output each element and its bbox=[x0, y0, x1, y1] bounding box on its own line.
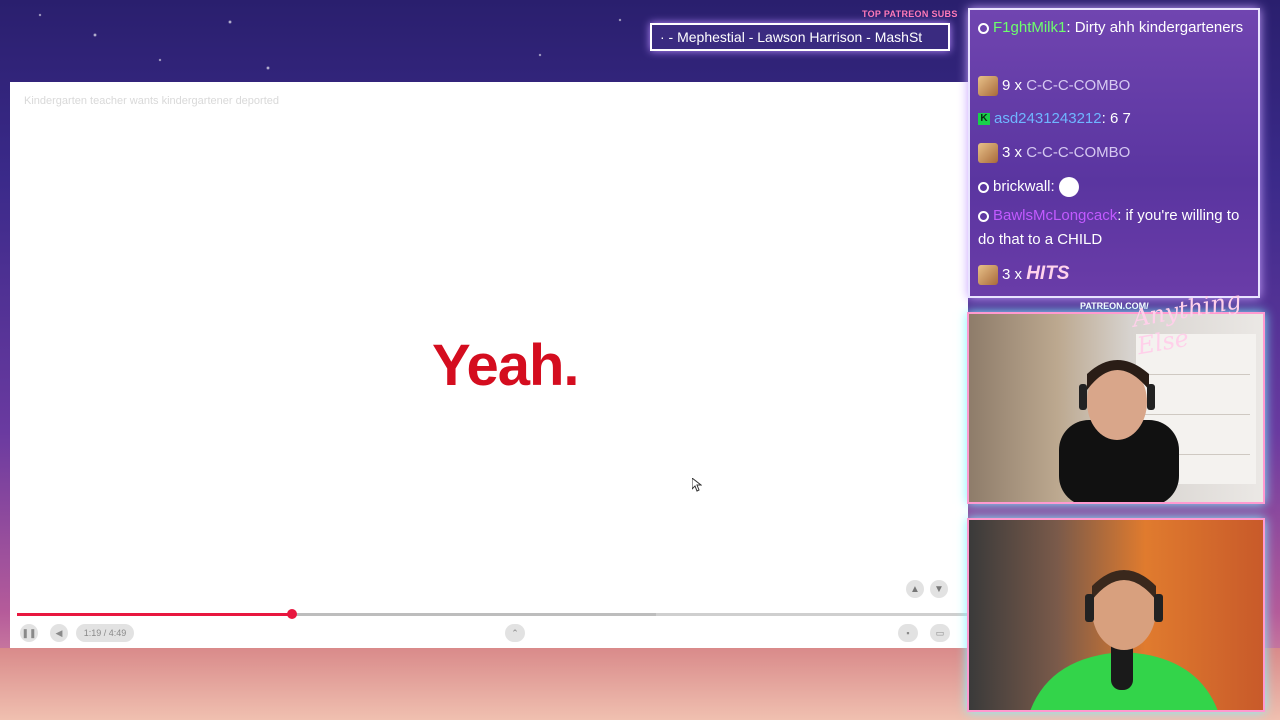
miniplayer-button[interactable]: ▪ bbox=[898, 624, 918, 642]
streamer-two-image bbox=[1030, 570, 1218, 710]
streamer-one-image bbox=[1059, 360, 1179, 502]
patreon-subs-text: · - Mephestial - Lawson Harrison - MashS… bbox=[660, 29, 923, 45]
chevron-up-icon: ⌃ bbox=[511, 627, 519, 638]
volume-button[interactable]: ◀ bbox=[50, 624, 68, 642]
chat-text: : 6 7 bbox=[1101, 110, 1131, 127]
combo-count: 3 x bbox=[1002, 144, 1023, 161]
time-display: 1:19 / 4:49 bbox=[76, 624, 134, 642]
dislike-icon[interactable]: ▼ bbox=[930, 580, 948, 598]
video-player[interactable]: Kindergarten teacher wants kindergartene… bbox=[10, 82, 968, 648]
chat-message: BawlsMcLongcack: if you're willing to do… bbox=[978, 204, 1250, 252]
combo-text: C-C-C-COMBO bbox=[1026, 144, 1131, 161]
chat-panel: F1ghtMilk1: Dirty ahh kindergarteners 9 … bbox=[968, 8, 1260, 298]
chat-username: brickwall bbox=[993, 178, 1051, 195]
video-caption: Yeah. bbox=[432, 333, 580, 398]
seek-handle[interactable] bbox=[286, 609, 297, 619]
chat-text: : Dirty ahh kindergarteners bbox=[1066, 19, 1244, 36]
webcam-bottom bbox=[967, 518, 1265, 712]
captions-icon: ▭ bbox=[935, 627, 945, 638]
patreon-subs-ticker: · - Mephestial - Lawson Harrison - MashS… bbox=[650, 23, 950, 51]
video-action-buttons: ▲ ▼ bbox=[906, 580, 948, 598]
combo-text: C-C-C-COMBO bbox=[1026, 77, 1131, 94]
combo-count: 3 x bbox=[1002, 266, 1023, 283]
emote-icon bbox=[978, 76, 998, 97]
speaker-icon: ◀ bbox=[55, 627, 63, 638]
prime-badge-icon bbox=[978, 22, 989, 34]
expand-button[interactable]: ⌃ bbox=[505, 624, 525, 642]
emote-icon bbox=[978, 265, 998, 286]
chat-username: BawlsMcLongcack bbox=[993, 207, 1118, 224]
combo-count: 9 x bbox=[1002, 77, 1023, 94]
captions-button[interactable]: ▭ bbox=[930, 624, 950, 642]
kick-badge-icon: K bbox=[978, 113, 990, 126]
hits-text: HITS bbox=[1026, 263, 1070, 284]
prime-badge-icon bbox=[978, 210, 989, 222]
emote-icon bbox=[978, 143, 998, 164]
mouse-cursor-icon bbox=[692, 478, 702, 492]
chat-message: brickwall: bbox=[978, 175, 1250, 199]
chat-text: : bbox=[1050, 178, 1055, 195]
patreon-subs-label: TOP PATREON SUBS bbox=[862, 9, 958, 19]
video-title: Kindergarten teacher wants kindergartene… bbox=[24, 95, 279, 107]
chat-message: Kasd2431243212: 6 7 bbox=[978, 107, 1250, 131]
chat-combo: 9 x C-C-C-COMBO bbox=[978, 74, 1250, 98]
pause-button[interactable]: ❚❚ bbox=[20, 624, 38, 642]
miniplayer-icon: ▪ bbox=[906, 628, 910, 638]
chat-username: asd2431243212 bbox=[994, 110, 1102, 127]
like-icon[interactable]: ▲ bbox=[906, 580, 924, 598]
ghost-emote-icon bbox=[1058, 177, 1079, 198]
seek-bar[interactable] bbox=[17, 609, 968, 619]
pause-icon: ❚❚ bbox=[21, 627, 37, 638]
chat-combo: 3 x HITS bbox=[978, 262, 1250, 287]
chat-message: F1ghtMilk1: Dirty ahh kindergarteners bbox=[978, 16, 1250, 40]
played-bar bbox=[17, 613, 292, 616]
chat-username: F1ghtMilk1 bbox=[993, 19, 1067, 36]
chat-combo: 3 x C-C-C-COMBO bbox=[978, 141, 1250, 165]
prime-badge-icon bbox=[978, 181, 989, 193]
